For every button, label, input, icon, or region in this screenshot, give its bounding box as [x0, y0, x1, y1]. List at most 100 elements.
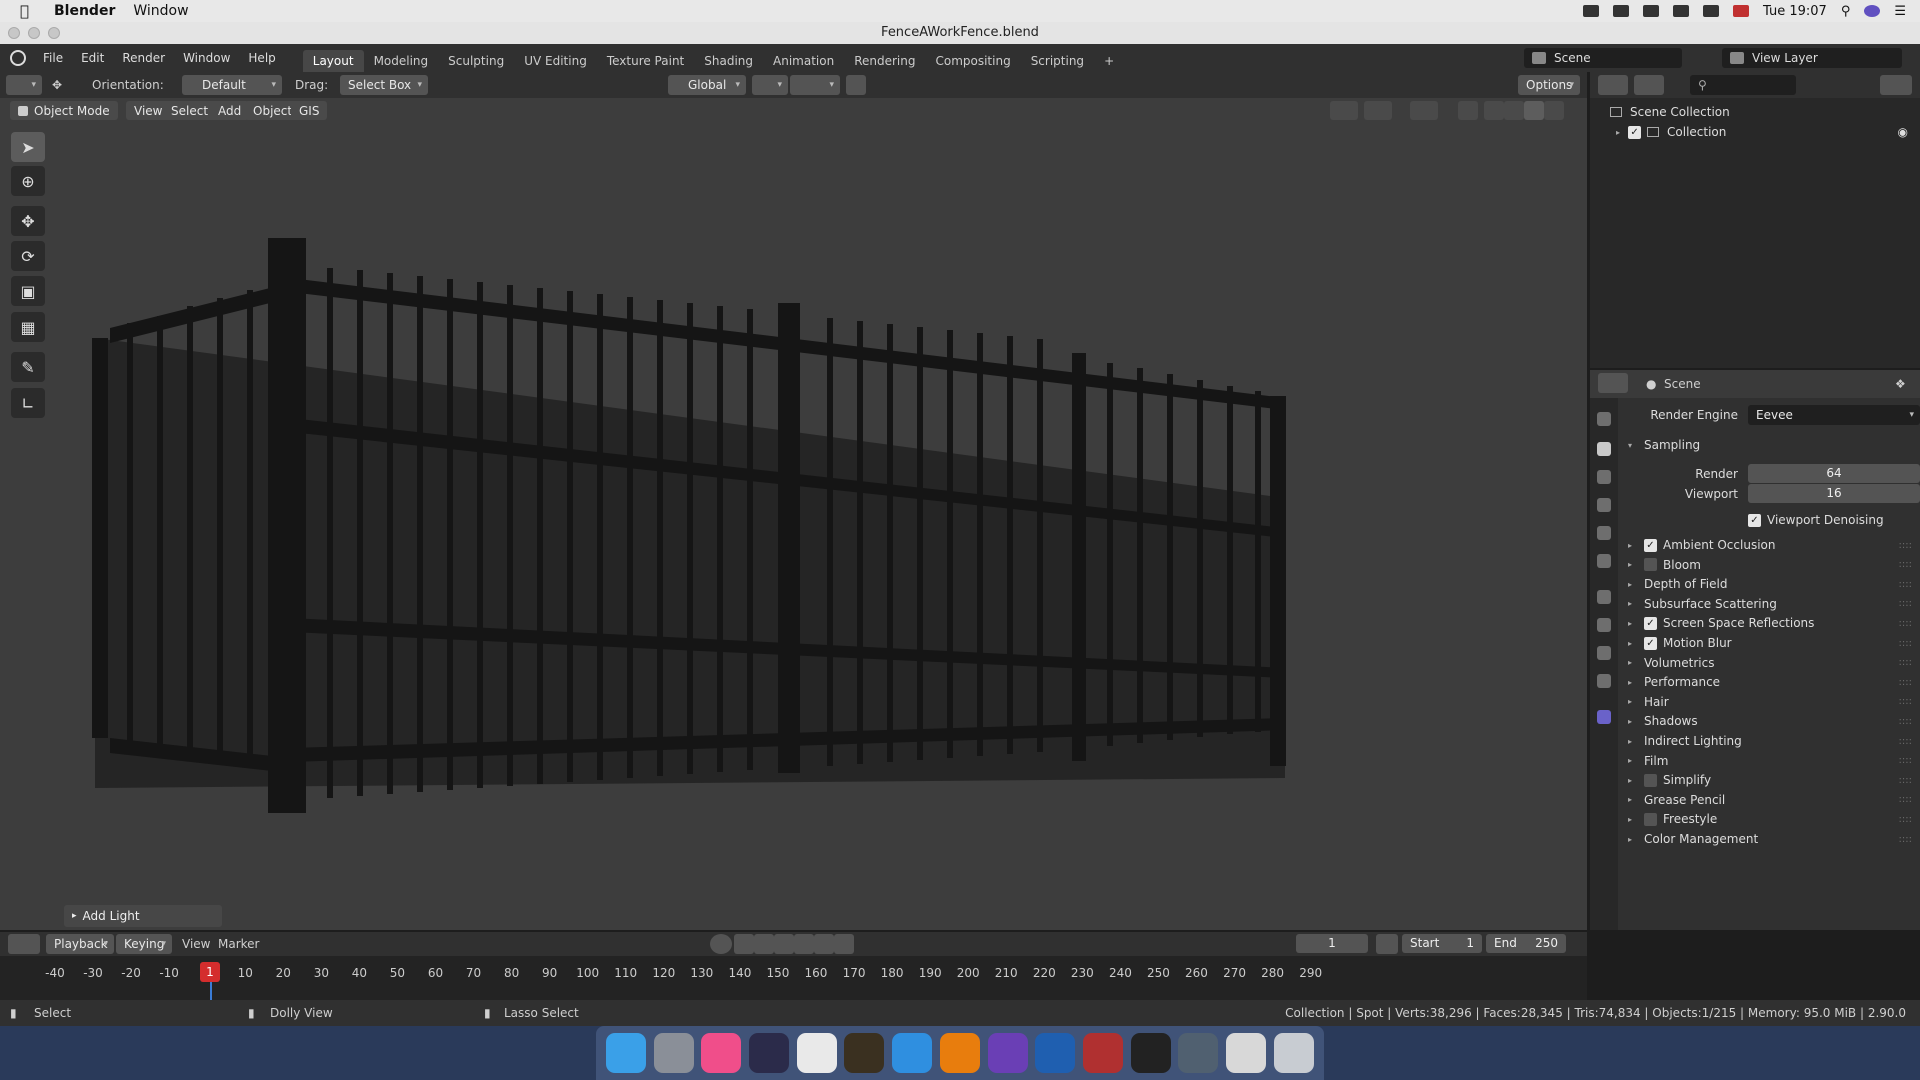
add-workspace-button[interactable]: +: [1094, 50, 1124, 72]
chart-app-icon[interactable]: [1178, 1033, 1219, 1073]
record-button[interactable]: [710, 934, 732, 954]
orientation-dropdown[interactable]: Default ▾: [182, 75, 282, 95]
viewport-denoising-row[interactable]: ✓ Viewport Denoising: [1618, 509, 1920, 531]
constraint-tab-icon[interactable]: [1597, 646, 1611, 660]
drag-handle-icon[interactable]: ::::: [1899, 579, 1912, 590]
move-tool-icon[interactable]: ✥: [11, 206, 45, 236]
data-tab-icon[interactable]: [1597, 674, 1611, 688]
launchpad-icon[interactable]: [653, 1033, 694, 1073]
drag-handle-icon[interactable]: ::::: [1899, 716, 1912, 727]
search-icon[interactable]: ⚲: [1841, 4, 1851, 19]
expand-icon[interactable]: ▸: [1616, 128, 1620, 137]
flag-icon[interactable]: [1733, 5, 1749, 17]
drag-handle-icon[interactable]: ::::: [1899, 638, 1912, 649]
visual-studio-icon[interactable]: [987, 1033, 1028, 1073]
viewport-select-menu[interactable]: Select: [163, 101, 217, 120]
trash-icon[interactable]: [1273, 1033, 1314, 1073]
tab-layout[interactable]: Layout: [302, 50, 364, 72]
transform-tool-icon[interactable]: ▦: [11, 312, 45, 342]
drag-handle-icon[interactable]: ::::: [1899, 677, 1912, 688]
fontforge-icon[interactable]: [844, 1033, 885, 1073]
tab-compositing[interactable]: Compositing: [925, 50, 1020, 72]
view-layer-selector[interactable]: View Layer: [1722, 48, 1902, 68]
end-frame-field[interactable]: End 250: [1486, 934, 1566, 953]
xray-toggle[interactable]: [1458, 101, 1478, 120]
menu-file[interactable]: File: [34, 51, 72, 65]
tab-modeling[interactable]: Modeling: [364, 50, 439, 72]
mac-app-name[interactable]: Blender: [54, 3, 115, 19]
jump-start-icon[interactable]: [734, 934, 754, 954]
quicktime-icon[interactable]: [1035, 1033, 1076, 1073]
pin-icon[interactable]: ❖: [1895, 377, 1906, 391]
play-icon[interactable]: [794, 934, 814, 954]
start-frame-field[interactable]: Start 1: [1402, 934, 1482, 953]
outliner-editor-type[interactable]: [1598, 75, 1628, 95]
panel-checkbox[interactable]: [1644, 558, 1657, 572]
tab-sculpting[interactable]: Sculpting: [438, 50, 514, 72]
overlay-dropdown[interactable]: [1410, 101, 1438, 120]
prev-keyframe-icon[interactable]: [754, 934, 774, 954]
tool-settings-dropdown[interactable]: ▾: [6, 75, 42, 95]
measure-tool-icon[interactable]: ∟: [11, 388, 45, 418]
viewport-samples-field[interactable]: 16: [1748, 484, 1920, 503]
drag-handle-icon[interactable]: ::::: [1899, 598, 1912, 609]
drag-handle-icon[interactable]: ::::: [1899, 618, 1912, 629]
drag-handle-icon[interactable]: ::::: [1899, 814, 1912, 825]
drag-handle-icon[interactable]: ::::: [1899, 736, 1912, 747]
wifi-icon[interactable]: [1613, 5, 1629, 17]
eye-icon[interactable]: ◉: [1898, 125, 1908, 139]
siri-icon[interactable]: [1864, 5, 1881, 17]
drag-handle-icon[interactable]: ::::: [1899, 657, 1912, 668]
3d-viewport[interactable]: [0, 98, 1587, 930]
panel-checkbox[interactable]: ✓: [1644, 636, 1657, 650]
menu-help[interactable]: Help: [239, 51, 284, 65]
render-samples-field[interactable]: 64: [1748, 464, 1920, 483]
blender-icon[interactable]: [939, 1033, 980, 1073]
drag-handle-icon[interactable]: ::::: [1899, 540, 1912, 551]
jump-end-icon[interactable]: [834, 934, 854, 954]
mac-menu-window[interactable]: Window: [133, 3, 188, 19]
drag-handle-icon[interactable]: ::::: [1899, 834, 1912, 845]
menu-render[interactable]: Render: [113, 51, 174, 65]
drag-handle-icon[interactable]: ::::: [1899, 794, 1912, 805]
viewport-add-menu[interactable]: Add: [210, 101, 250, 120]
viewport-denoising-checkbox[interactable]: ✓: [1748, 513, 1761, 527]
shading-material[interactable]: [1524, 101, 1544, 120]
downloads-folder-icon[interactable]: [1226, 1033, 1267, 1073]
textedit-icon[interactable]: [796, 1033, 837, 1073]
render-engine-dropdown[interactable]: Eevee ▾: [1748, 405, 1920, 425]
menu-list-icon[interactable]: ☰: [1894, 4, 1906, 19]
world-tab-icon[interactable]: [1597, 554, 1611, 568]
minimize-window-button[interactable]: [28, 27, 40, 39]
drag-handle-icon[interactable]: ::::: [1899, 559, 1912, 570]
blender-logo-icon[interactable]: [10, 50, 26, 66]
panel-checkbox[interactable]: [1644, 773, 1657, 787]
viewport-gis-menu[interactable]: GIS: [291, 101, 328, 120]
panel-checkbox[interactable]: [1644, 812, 1657, 826]
tool-tab-icon[interactable]: [1597, 412, 1611, 426]
tab-texture-paint[interactable]: Texture Paint: [597, 50, 694, 72]
pivot-point-dropdown[interactable]: ▾: [752, 75, 788, 95]
transform-orientation-dropdown[interactable]: Global ▾: [668, 75, 746, 95]
scene-collection-row[interactable]: Scene Collection: [1590, 102, 1920, 122]
drag-handle-icon[interactable]: ::::: [1899, 755, 1912, 766]
finder-icon[interactable]: [605, 1033, 646, 1073]
tab-shading[interactable]: Shading: [694, 50, 763, 72]
tab-scripting[interactable]: Scripting: [1021, 50, 1094, 72]
gizmo-dropdown[interactable]: [1364, 101, 1392, 120]
options-dropdown[interactable]: Options ▾: [1518, 75, 1580, 95]
shading-wireframe[interactable]: [1484, 101, 1504, 120]
audio-app-icon[interactable]: [1083, 1033, 1124, 1073]
tab-rendering[interactable]: Rendering: [844, 50, 925, 72]
properties-editor-type[interactable]: [1598, 373, 1628, 393]
unity-icon[interactable]: [1130, 1033, 1171, 1073]
menu-edit[interactable]: Edit: [72, 51, 113, 65]
collection-row[interactable]: ▸ ✓ Collection ◉: [1590, 122, 1920, 142]
view-layer-tab-icon[interactable]: [1597, 498, 1611, 512]
outliner-display-mode[interactable]: [1634, 75, 1664, 95]
apple-icon[interactable]: : [20, 2, 40, 20]
playback-dropdown[interactable]: Playback ▾: [46, 934, 114, 954]
drag-dropdown[interactable]: Select Box ▾: [340, 75, 428, 95]
shading-rendered[interactable]: [1544, 101, 1564, 120]
output-tab-icon[interactable]: [1597, 470, 1611, 484]
